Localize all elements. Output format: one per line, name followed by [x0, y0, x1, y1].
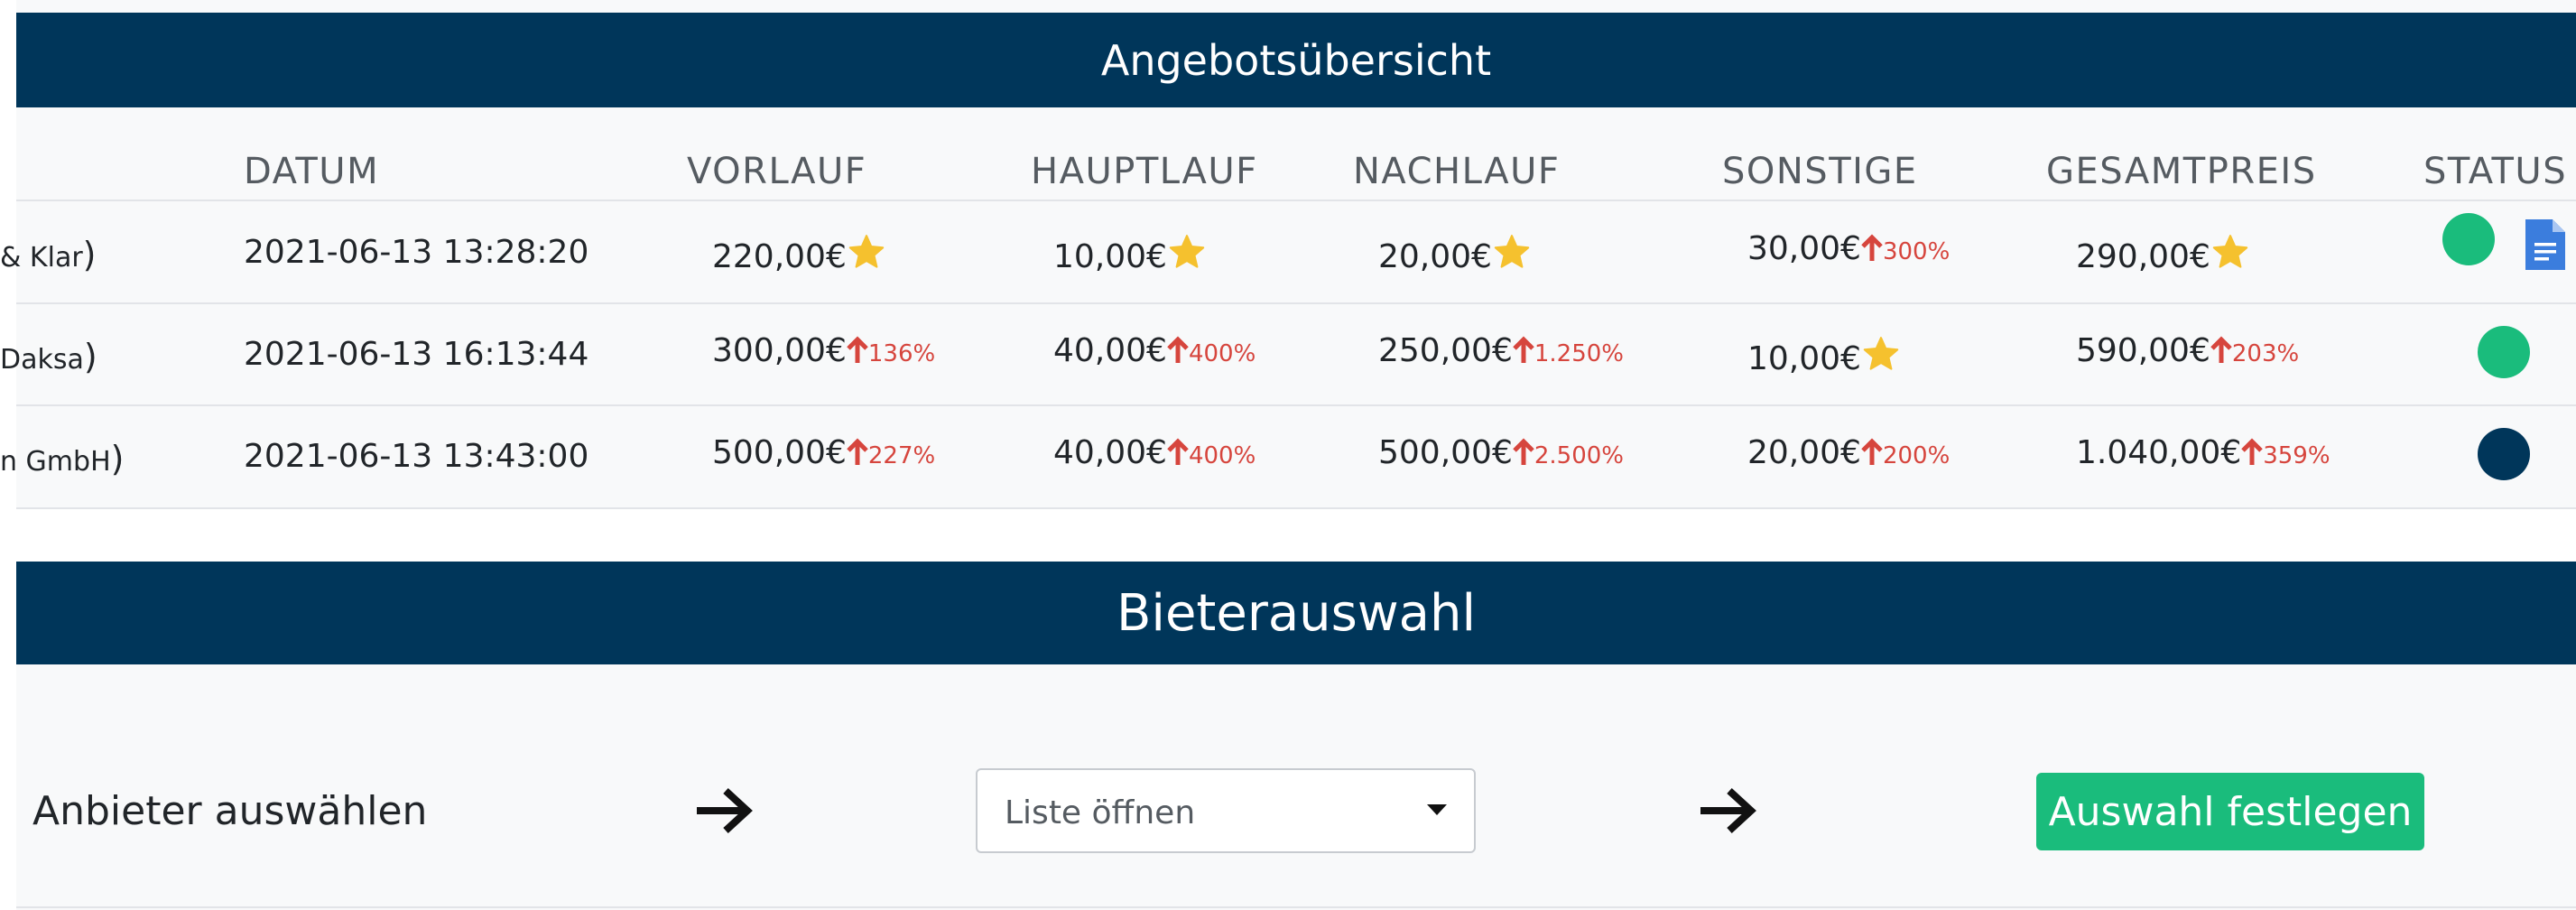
row-divider	[16, 404, 2576, 406]
hauptlauf-cell: 10,00€	[1053, 233, 1207, 274]
arrow-right-icon	[1700, 788, 1756, 833]
price-increase-percent: 400%	[1188, 340, 1256, 367]
row-divider	[16, 302, 2576, 304]
sonstige-cell: 10,00€	[1747, 335, 1901, 376]
arrow-up-icon	[1513, 438, 1534, 465]
column-header-gesamtpreis: GESAMTPREIS	[2046, 151, 2317, 192]
star-icon	[2212, 235, 2248, 268]
gesamtpreis-cell: 1.040,00€ 359%	[2076, 437, 2330, 469]
price-value: 40,00€	[1053, 434, 1167, 471]
price-value: 590,00€	[2076, 332, 2210, 369]
price-value: 20,00€	[1378, 238, 1492, 275]
column-header-datum: DATUM	[244, 151, 380, 192]
date-cell: 2021-06-13 16:13:44	[244, 336, 589, 373]
provider-select-value: Liste öffnen	[1005, 794, 1196, 831]
price-value: 290,00€	[2076, 238, 2210, 275]
price-value: 300,00€	[712, 332, 847, 369]
status-dot	[2442, 213, 2495, 265]
star-icon	[1169, 235, 1205, 268]
bidder-section-title: Bieterauswahl	[16, 562, 2576, 664]
arrow-up-icon	[847, 438, 868, 465]
price-value: 20,00€	[1747, 434, 1861, 471]
arrow-up-icon	[1861, 438, 1883, 465]
price-increase-percent: 136%	[867, 340, 936, 367]
date-cell: 2021-06-13 13:28:20	[244, 234, 589, 271]
price-increase-percent: 1.250%	[1534, 340, 1625, 367]
bottom-divider	[16, 906, 2576, 908]
provider-name-text: & Klar	[0, 242, 83, 274]
price-increase-percent: 2.500%	[1534, 442, 1625, 469]
arrow-up-icon	[1167, 438, 1189, 465]
provider-name-text: Daksa	[0, 344, 84, 376]
price-value: 500,00€	[712, 434, 847, 471]
provider-name-paren: )	[83, 337, 97, 376]
caret-down-icon	[1427, 804, 1447, 815]
price-value: 10,00€	[1053, 238, 1167, 275]
date-cell: 2021-06-13 13:43:00	[244, 438, 589, 475]
nachlauf-cell: 500,00€ 2.500%	[1378, 437, 1624, 469]
arrow-right-icon	[697, 788, 753, 833]
column-header-sonstige: SONSTIGE	[1722, 151, 1918, 192]
document-icon[interactable]	[2525, 219, 2565, 270]
provider-name: Daksa)	[0, 337, 97, 376]
hauptlauf-cell: 40,00€ 400%	[1053, 437, 1256, 469]
sonstige-cell: 30,00€ 300%	[1747, 233, 1950, 265]
column-header-status: STATUS	[2423, 151, 2568, 192]
vorlauf-cell: 220,00€	[712, 233, 886, 274]
star-icon	[1494, 235, 1530, 268]
gesamtpreis-cell: 290,00€	[2076, 233, 2250, 274]
confirm-selection-button[interactable]: Auswahl festlegen	[2036, 773, 2424, 850]
provider-select[interactable]: Liste öffnen	[976, 768, 1476, 853]
nachlauf-cell: 250,00€ 1.250%	[1378, 335, 1624, 367]
status-dot	[2478, 428, 2530, 480]
star-icon	[1863, 337, 1899, 370]
provider-name-text: n GmbH	[0, 446, 111, 478]
price-value: 30,00€	[1747, 230, 1861, 267]
price-value: 500,00€	[1378, 434, 1513, 471]
price-increase-percent: 400%	[1188, 442, 1256, 469]
price-increase-percent: 200%	[1882, 442, 1951, 469]
vorlauf-cell: 300,00€ 136%	[712, 335, 935, 367]
nachlauf-cell: 20,00€	[1378, 233, 1532, 274]
price-increase-percent: 203%	[2231, 340, 2300, 367]
select-provider-label: Anbieter auswählen	[32, 788, 428, 834]
row-divider	[16, 200, 2576, 201]
column-header-hauptlauf: HAUPTLAUF	[1031, 151, 1258, 192]
price-value: 1.040,00€	[2076, 434, 2242, 471]
offers-section-title: Angebotsübersicht	[16, 13, 2576, 107]
column-header-vorlauf: VORLAUF	[687, 151, 867, 192]
price-value: 10,00€	[1747, 340, 1861, 377]
price-value: 250,00€	[1378, 332, 1513, 369]
price-increase-percent: 227%	[867, 442, 936, 469]
row-divider	[16, 507, 2576, 509]
arrow-up-icon	[1513, 336, 1534, 363]
price-value: 220,00€	[712, 238, 847, 275]
hauptlauf-cell: 40,00€ 400%	[1053, 335, 1256, 367]
provider-name: n GmbH)	[0, 439, 124, 478]
star-icon	[848, 235, 885, 268]
arrow-up-icon	[1167, 336, 1189, 363]
price-value: 40,00€	[1053, 332, 1167, 369]
price-increase-percent: 300%	[1882, 238, 1951, 265]
provider-name-paren: )	[82, 235, 97, 274]
arrow-up-icon	[2241, 438, 2263, 465]
price-increase-percent: 359%	[2263, 442, 2330, 469]
sonstige-cell: 20,00€ 200%	[1747, 437, 1950, 469]
status-dot	[2478, 326, 2530, 378]
vorlauf-cell: 500,00€ 227%	[712, 437, 935, 469]
gesamtpreis-cell: 590,00€ 203%	[2076, 335, 2299, 367]
provider-name-paren: )	[110, 439, 125, 478]
column-header-nachlauf: NACHLAUF	[1353, 151, 1561, 192]
provider-name: & Klar)	[0, 235, 96, 274]
arrow-up-icon	[2210, 336, 2232, 363]
arrow-up-icon	[1861, 234, 1883, 261]
arrow-up-icon	[847, 336, 868, 363]
